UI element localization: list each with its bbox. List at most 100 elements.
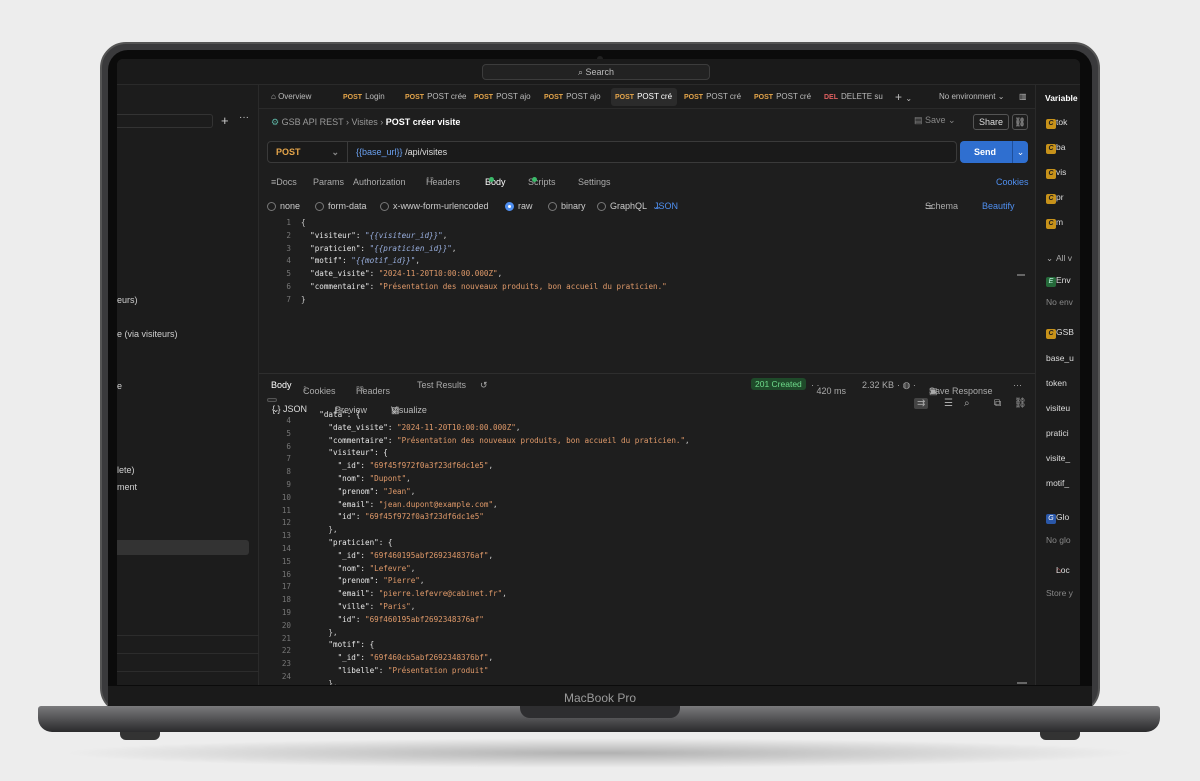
- more-options-icon[interactable]: ···: [239, 112, 249, 123]
- add-collection-icon[interactable]: +: [221, 113, 229, 128]
- laptop-foot: [120, 732, 160, 740]
- all-variables-toggle[interactable]: ⌄ All v: [1046, 253, 1072, 264]
- global-search[interactable]: ⌕ Search: [482, 64, 710, 80]
- link-icon[interactable]: ⛓: [1014, 398, 1027, 409]
- tab-overview[interactable]: ⌂ Overview: [271, 85, 327, 109]
- tab-test-results[interactable]: Test Results: [417, 380, 466, 390]
- code-token: "_id":: [301, 461, 370, 471]
- link-icon[interactable]: ⛓: [1012, 114, 1028, 130]
- variable-item[interactable]: Ctok: [1046, 117, 1067, 129]
- code-token: },: [301, 678, 338, 685]
- filter-icon[interactable]: ☰: [944, 398, 953, 409]
- share-button[interactable]: Share: [973, 114, 1009, 130]
- code-token: "id":: [301, 512, 366, 522]
- variable-item[interactable]: Cm: [1046, 217, 1063, 229]
- code-token: "libelle":: [301, 665, 388, 675]
- code-token: "{{motif_id}}": [351, 256, 416, 266]
- code-token: "data": {: [301, 410, 361, 419]
- request-name[interactable]: POST créer visite: [386, 117, 461, 127]
- chevron-down-icon: ⌄: [948, 115, 956, 125]
- variable-item[interactable]: Cba: [1046, 142, 1065, 154]
- code-line: },: [301, 627, 690, 640]
- line-number: 12: [281, 518, 291, 528]
- search-icon[interactable]: ⌕: [964, 398, 970, 409]
- no-environment-text: No env: [1046, 297, 1073, 307]
- beautify-button[interactable]: Beautify: [982, 201, 1015, 211]
- send-button[interactable]: Send ⌄: [960, 141, 1028, 163]
- network-icon[interactable]: · ◍ ·: [897, 380, 916, 391]
- response-body-viewer[interactable]: "data": { "date_visite": "2024-11-20T10:…: [301, 409, 690, 685]
- sidebar-item[interactable]: eurs): [117, 295, 138, 305]
- sidebar-item[interactable]: ment: [117, 482, 137, 492]
- radio-raw[interactable]: raw: [505, 201, 533, 212]
- layout-icon[interactable]: ▥: [1019, 85, 1035, 109]
- tab-request[interactable]: POST POST ajo: [474, 85, 540, 109]
- chevron-down-icon: ⌄: [331, 147, 339, 157]
- environment-selector[interactable]: No environment ⌄: [939, 85, 1019, 109]
- tab-docs[interactable]: ≡ Docs: [271, 177, 297, 187]
- radio-graphql[interactable]: GraphQL: [597, 201, 647, 212]
- more-options-icon[interactable]: ···: [1013, 380, 1022, 390]
- save-button[interactable]: ▤ Save ⌄: [914, 115, 956, 126]
- device-label: MacBook Pro: [108, 686, 1092, 708]
- line-number: 24: [281, 671, 291, 681]
- tab-delete[interactable]: DEL DELETE su: [824, 85, 888, 109]
- line-number: 14: [281, 543, 291, 553]
- tab-request[interactable]: POST POST ajo: [544, 85, 610, 109]
- variable-item[interactable]: Cvis: [1046, 167, 1066, 179]
- collection-section[interactable]: C GSB: [1046, 327, 1074, 339]
- code-token: "id":: [301, 614, 366, 624]
- globals-section[interactable]: G Glo: [1046, 512, 1069, 524]
- tab-request[interactable]: POST POST cré: [684, 85, 750, 109]
- code-line: "prenom": "Pierre",: [301, 575, 690, 588]
- sidebar-filter-input[interactable]: [117, 114, 213, 128]
- method-select[interactable]: POST ⌄: [268, 142, 348, 162]
- new-tab-icon[interactable]: + ⌄: [895, 85, 925, 109]
- request-body-editor[interactable]: { "visiteur": "{{visiteur_id}}", "pratic…: [301, 217, 667, 307]
- variable-name[interactable]: motif_: [1046, 478, 1069, 488]
- sidebar-item[interactable]: lete): [117, 465, 135, 475]
- scrollbar[interactable]: [1017, 682, 1027, 684]
- line-number: 7: [286, 454, 291, 464]
- variable-name[interactable]: visite_: [1046, 453, 1070, 463]
- cookies-link[interactable]: Cookies: [996, 177, 1029, 187]
- wrap-lines-icon[interactable]: ⇉: [914, 398, 929, 409]
- code-token: },: [301, 627, 338, 637]
- variable-name[interactable]: base_u: [1046, 353, 1074, 363]
- scrollbar[interactable]: [1017, 274, 1025, 276]
- code-line: "data": {: [301, 409, 690, 422]
- radio-urlencoded[interactable]: x-www-form-urlencoded: [380, 201, 489, 212]
- sidebar-item[interactable]: e (via visiteurs): [117, 329, 178, 339]
- history-icon[interactable]: ↺: [480, 380, 488, 391]
- variable-name[interactable]: pratici: [1046, 428, 1069, 438]
- radio-none[interactable]: none: [267, 201, 300, 212]
- url-bar: POST ⌄ {{base_url}} /api/visites: [267, 141, 957, 163]
- tab-request[interactable]: POST POST crée: [405, 85, 471, 109]
- code-line: "ville": "Paris",: [301, 601, 690, 614]
- copy-icon[interactable]: ⧉: [994, 398, 1001, 409]
- variable-name[interactable]: visiteu: [1046, 403, 1070, 413]
- response-format-select[interactable]: { } JSON ⌄: [267, 398, 307, 414]
- tab-active-request[interactable]: POST POST cré: [611, 88, 677, 106]
- tab-authorization[interactable]: Authorization: [353, 177, 406, 187]
- tab-settings[interactable]: Settings: [578, 177, 611, 187]
- tab-params[interactable]: Params: [313, 177, 344, 187]
- radio-binary[interactable]: binary: [548, 201, 586, 212]
- sidebar-item[interactable]: e: [117, 381, 122, 391]
- tab-login[interactable]: POST Login: [343, 85, 399, 109]
- line-number: 21: [281, 633, 291, 643]
- tab-response-body[interactable]: Body: [271, 380, 292, 390]
- tab-request[interactable]: POST POST cré: [754, 85, 820, 109]
- code-token: "Paris": [378, 601, 411, 611]
- code-token: "_id":: [301, 550, 370, 560]
- chevron-down-icon[interactable]: ⌄: [1012, 141, 1028, 163]
- response-line-numbers: 4567891011121314151617181920212223242526…: [267, 415, 291, 685]
- sidebar-item-selected[interactable]: [117, 540, 249, 555]
- variable-item[interactable]: Cpr: [1046, 192, 1064, 204]
- code-token: ,: [451, 243, 457, 253]
- environment-section[interactable]: E Env: [1046, 275, 1071, 287]
- variable-name[interactable]: token: [1046, 378, 1067, 388]
- code-token: ,: [415, 256, 420, 266]
- url-input[interactable]: {{base_url}} /api/visites: [356, 142, 447, 162]
- radio-form-data[interactable]: form-data: [315, 201, 367, 212]
